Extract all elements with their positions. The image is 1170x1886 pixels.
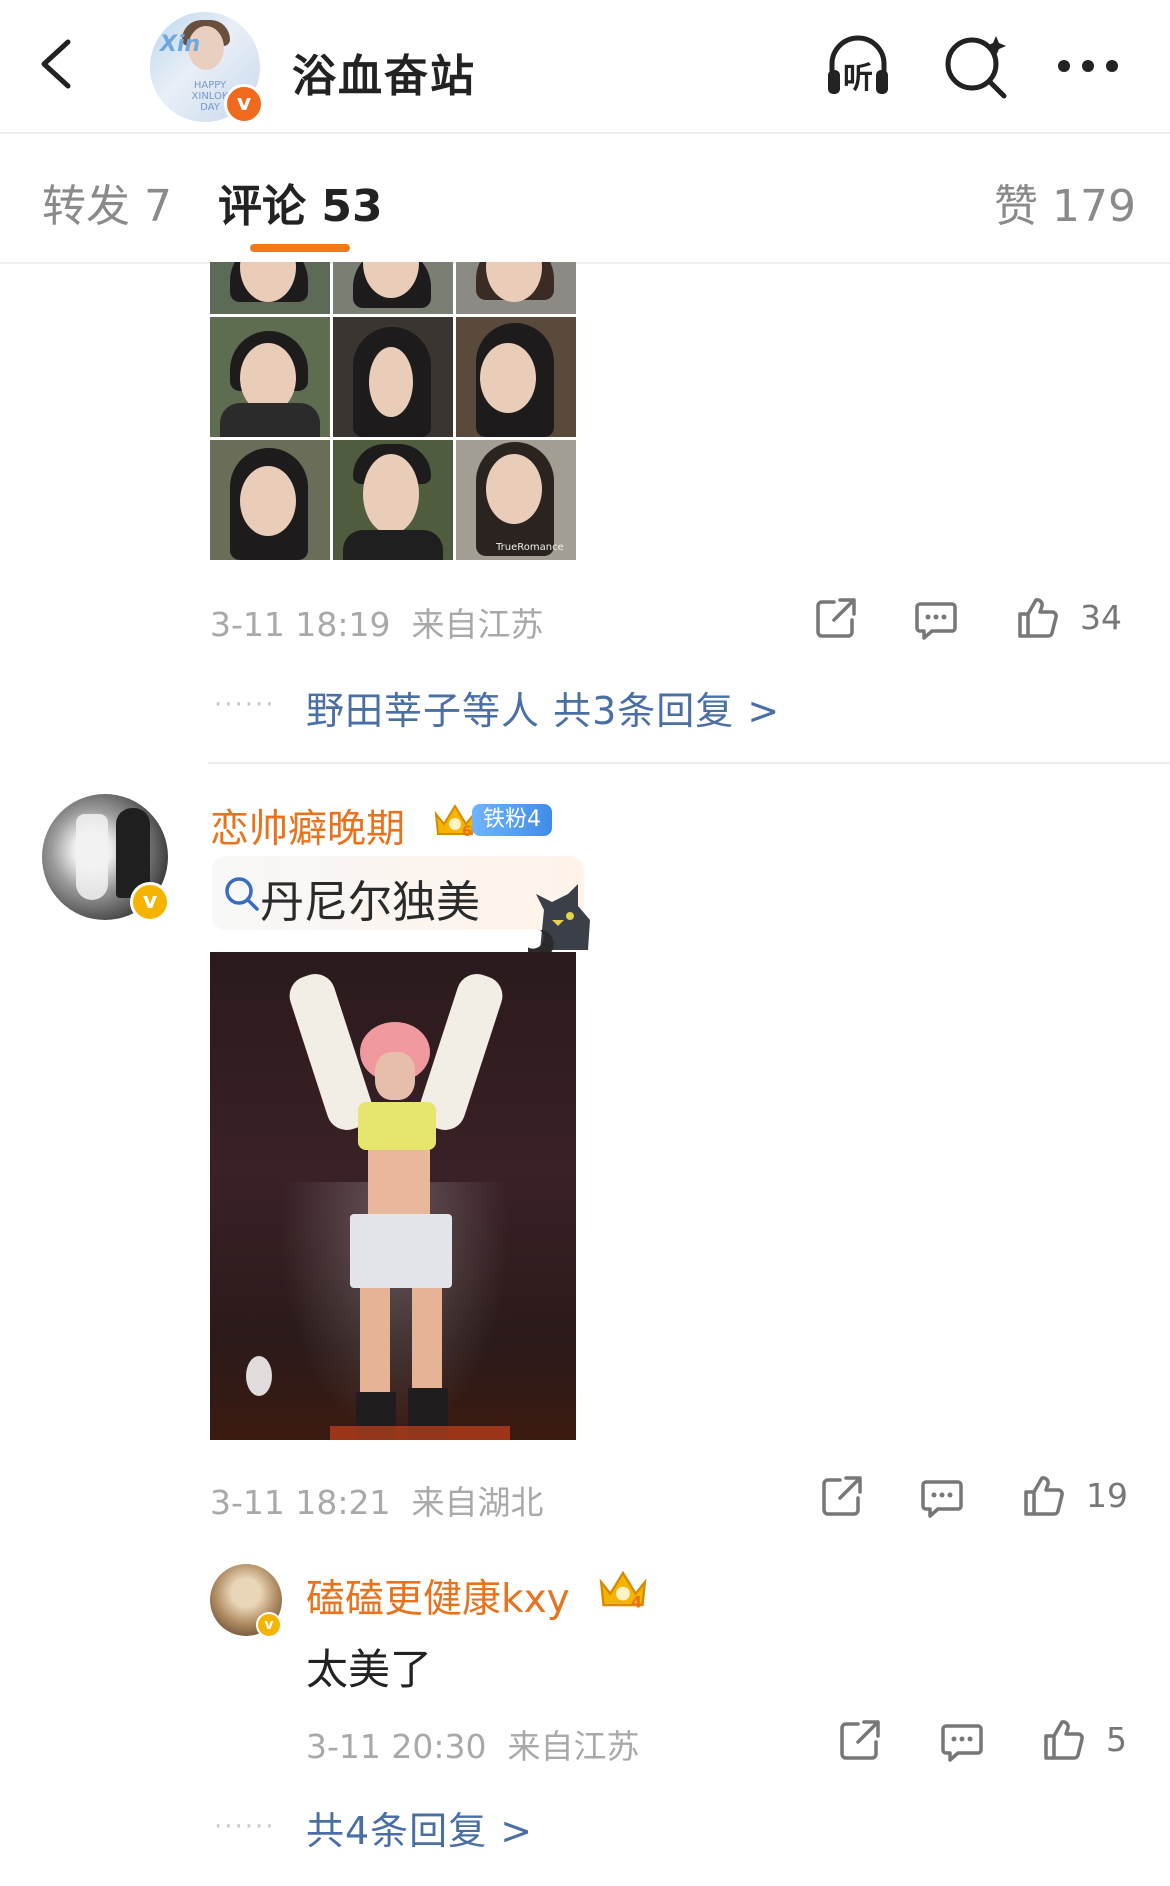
replies-dots: ······: [214, 1812, 276, 1842]
comment-timestamp: 3-11 18:19 来自江苏: [210, 605, 544, 644]
comment-image-grid[interactable]: TrueRomance: [210, 262, 576, 562]
comment-video[interactable]: [210, 952, 576, 1440]
like-count: 5: [1106, 1720, 1127, 1759]
crown-level: 4: [631, 1592, 642, 1611]
more-icon[interactable]: [1052, 30, 1124, 102]
share-icon[interactable]: [838, 1718, 882, 1762]
fan-badge: 6 铁粉4: [432, 800, 554, 840]
reply-timestamp: 3-11 20:30 来自江苏: [306, 1727, 640, 1766]
verified-icon: v: [130, 882, 170, 922]
comment-timestamp: 3-11 18:21 来自湖北: [210, 1483, 544, 1522]
like-icon[interactable]: [1042, 1718, 1086, 1762]
page-title: 浴血奋站: [292, 51, 476, 102]
comment-icon[interactable]: [914, 598, 958, 642]
like-count: 19: [1086, 1476, 1128, 1515]
replies-dots: ······: [214, 690, 276, 720]
grid-photo[interactable]: [333, 317, 453, 437]
grid-photo[interactable]: [210, 440, 330, 560]
grid-photo[interactable]: [456, 262, 576, 314]
listen-label: 听: [843, 61, 873, 96]
like-count: 34: [1080, 598, 1122, 637]
share-icon[interactable]: [814, 596, 858, 640]
cat-sticker-icon: [528, 884, 590, 952]
verified-icon: v: [224, 84, 264, 124]
view-replies-link[interactable]: 共4条回复 >: [306, 1800, 533, 1855]
share-icon[interactable]: [820, 1474, 864, 1518]
search-topic-text: 丹尼尔独美: [260, 877, 480, 928]
comment-username[interactable]: 恋帅癖晚期: [210, 798, 405, 854]
comment-icon[interactable]: [940, 1720, 984, 1764]
tab-comments[interactable]: 评论 53: [218, 170, 383, 234]
active-tab-indicator: [250, 244, 350, 252]
grid-photo[interactable]: [333, 262, 453, 314]
reply-text: 太美了: [306, 1645, 433, 1694]
tab-bar: 转发 7 评论 53 赞 179: [0, 134, 1170, 264]
tab-reposts[interactable]: 转发 7: [42, 170, 172, 234]
reply-username[interactable]: 磕磕更健康kxy: [306, 1568, 570, 1624]
crown-icon: 4: [599, 1570, 647, 1611]
grid-photo[interactable]: [210, 317, 330, 437]
search-icon[interactable]: [940, 30, 1012, 102]
image-watermark: TrueRomance: [496, 542, 564, 553]
grid-photo[interactable]: [456, 317, 576, 437]
top-nav-bar: Xin HAPPY XINLOK DAY v 浴血奋站 听: [0, 0, 1170, 134]
fan-badge-label: 铁粉4: [472, 804, 552, 836]
verified-icon: v: [256, 1612, 282, 1638]
grid-photo[interactable]: [210, 262, 330, 314]
search-chip-icon: [225, 877, 259, 911]
view-replies-link[interactable]: 野田莘子等人 共3条回复 >: [306, 680, 780, 735]
comment-divider: [208, 762, 1170, 764]
like-icon[interactable]: [1022, 1474, 1066, 1518]
listen-icon[interactable]: 听: [822, 30, 894, 102]
grid-photo[interactable]: [333, 440, 453, 560]
comment-icon[interactable]: [920, 1476, 964, 1520]
back-icon[interactable]: [30, 34, 90, 94]
like-icon[interactable]: [1016, 596, 1060, 640]
tab-likes[interactable]: 赞 179: [994, 170, 1136, 234]
grid-photo[interactable]: TrueRomance: [456, 440, 576, 560]
crown-level: 6: [462, 824, 472, 840]
